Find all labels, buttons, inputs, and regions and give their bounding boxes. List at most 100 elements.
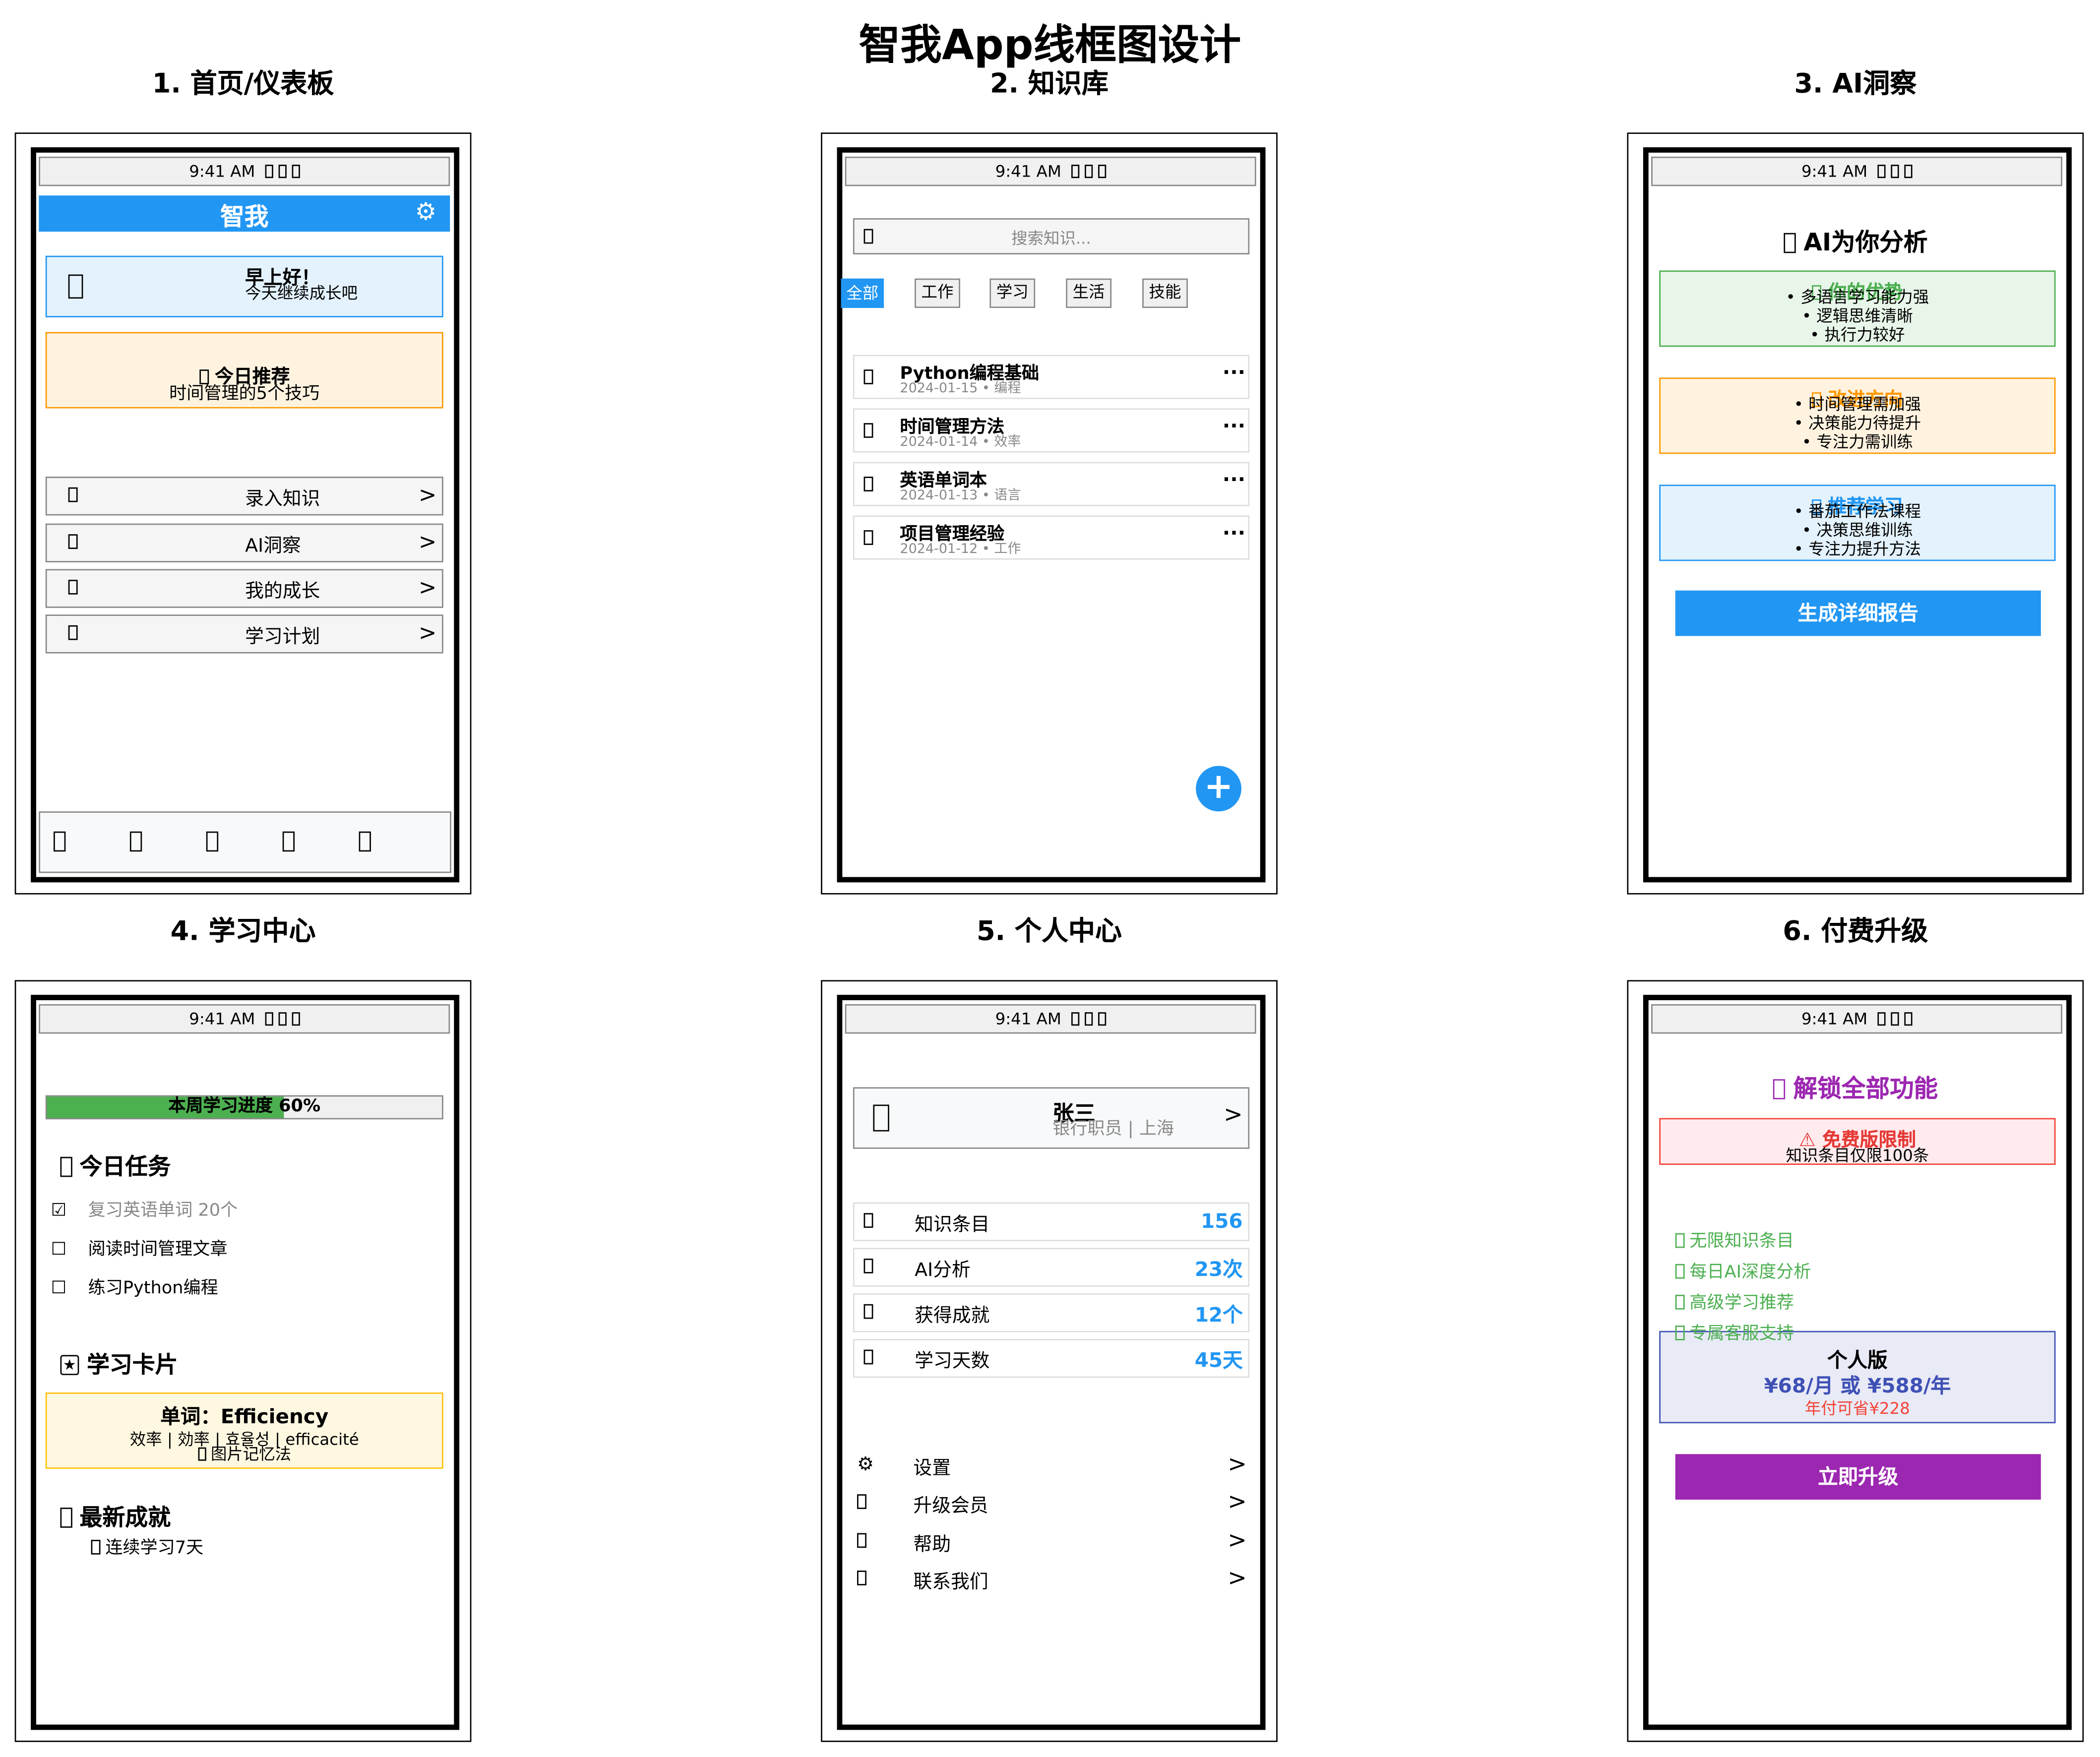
nav-home-icon[interactable] [54,829,65,855]
more-options-icon[interactable]: ··· [1223,467,1245,491]
status-bar: 9:41 AM [1651,1004,2062,1034]
profile-menu-item[interactable]: 帮助 > [853,1528,1247,1560]
task-item[interactable]: ☐ 阅读时间管理文章 [51,1234,228,1260]
greeting-subtext: 今天继续成长吧 [245,284,358,303]
check-icon [1675,1295,1684,1310]
add-knowledge-fab[interactable]: + [1196,766,1241,812]
menu-label: AI洞察 [245,536,301,557]
check-icon [1675,1326,1684,1341]
filter-chip-all[interactable]: 全部 [841,278,884,308]
settings-gear-icon[interactable]: ⚙ [415,198,437,227]
flash-card[interactable]: 单词：Efficiency 效率 | 効率 | 효율성 | efficacité… [45,1393,443,1469]
wifi-icon [278,165,287,179]
search-placeholder: 搜索知识... [1011,229,1091,248]
battery-icon [1904,165,1913,179]
checkbox-icon[interactable]: ☐ [51,1240,66,1260]
chart-icon [68,577,78,599]
panel-knowledge: 9:41 AM 搜索知识... 全部 工作 学习 生活 技能 + Python编… [821,132,1278,895]
task-item[interactable]: ☐ 练习Python编程 [51,1273,218,1299]
document-icon [864,367,873,388]
checked-checkbox-icon[interactable]: ☑ [51,1201,66,1221]
filter-chip-study[interactable]: 学习 [989,278,1036,308]
filter-chip-work[interactable]: 工作 [915,278,960,308]
achievements-heading: 最新成就 [60,1498,171,1532]
menu-label: 我的成长 [245,581,320,603]
insight-bullet: • 执行力较好 [1810,325,1905,344]
menu-item-ai-insight[interactable]: AI洞察 > [45,523,443,562]
signal-icon [265,1012,274,1026]
nav-insight-icon[interactable] [206,829,218,855]
knowledge-list-item[interactable]: Python编程基础 2024-01-15 • 编程 ··· [853,355,1250,399]
tasks-heading: 今日任务 [60,1148,171,1181]
phone-icon [857,1568,866,1589]
stat-label: AI分析 [915,1260,971,1281]
recommend-text: 时间管理的5个技巧 [169,384,320,405]
pricing-card[interactable]: 个人版 ¥68/月 或 ¥588/年 年付可省¥228 [1659,1331,2056,1424]
check-icon [1675,1233,1684,1249]
wifi-icon [278,1012,287,1026]
status-time: 9:41 AM [995,162,1061,181]
user-subtitle: 银行职员 | 上海 [1052,1119,1174,1140]
profile-menu-item[interactable]: ⚙ 设置 > [853,1452,1247,1483]
profile-card[interactable]: 张三 银行职员 | 上海 > [853,1087,1250,1149]
profile-menu-item[interactable]: 联系我们 > [853,1565,1247,1597]
free-limit-card: ⚠ 免费版限制 知识条目仅限100条 [1659,1118,2056,1165]
status-time: 9:41 AM [1801,1009,1868,1029]
trophy-icon [60,1508,72,1527]
menu-item-my-growth[interactable]: 我的成长 > [45,569,443,608]
feature-item: 高级学习推荐 [1675,1288,1794,1314]
upgrade-now-button[interactable]: 立即升级 [1675,1454,2041,1500]
document-icon [864,528,873,549]
stat-label: 学习天数 [915,1351,990,1373]
stat-row: 学习天数 45天 [853,1339,1250,1378]
filter-chip-skill[interactable]: 技能 [1142,278,1188,308]
panel-title-home: 1. 首页/仪表板 [152,67,334,99]
knowledge-list-item[interactable]: 时间管理方法 2024-01-14 • 效率 ··· [853,408,1250,453]
wifi-icon [1891,1012,1899,1026]
checkbox-icon[interactable]: ☐ [51,1279,66,1299]
menu-label: 录入知识 [245,488,320,510]
task-text: 练习Python编程 [88,1278,218,1299]
nav-profile-icon[interactable] [359,829,371,855]
knowledge-list-item[interactable]: 项目管理经验 2024-01-12 • 工作 ··· [853,515,1250,560]
menu-item-study-plan[interactable]: 学习计划 > [45,614,443,654]
recommend-card[interactable]: 今日推荐 时间管理的5个技巧 [45,332,443,409]
panel-home: 9:41 AM 智我 ⚙ 早上好！ 今天继续成长吧 今日推荐 时间管理的5个技巧… [14,132,472,895]
more-options-icon[interactable]: ··· [1223,360,1245,384]
menu-item-add-knowledge[interactable]: 录入知识 > [45,477,443,516]
task-item[interactable]: ☑ 复习英语单词 20个 [51,1196,238,1221]
plan-saving: 年付可省¥228 [1804,1399,1910,1418]
nav-knowledge-icon[interactable] [129,829,141,855]
nav-learning-icon[interactable] [282,829,294,855]
limit-text: 知识条目仅限100条 [1786,1146,1929,1165]
chevron-right-icon: > [419,620,437,646]
stat-value: 12个 [1194,1303,1243,1327]
generate-report-button[interactable]: 生成详细报告 [1675,590,2041,636]
chevron-right-icon: > [1228,1565,1247,1592]
wireframe-sheet: 智我App线框图设计 1. 首页/仪表板 9:41 AM 智我 ⚙ 早上好！ 今… [0,0,2100,1757]
battery-icon [1098,165,1106,179]
knowledge-list-item[interactable]: 英语单词本 2024-01-13 • 语言 ··· [853,462,1250,506]
stat-row: 知识条目 156 [853,1202,1250,1241]
stat-value: 45天 [1194,1348,1243,1373]
card-method: 图片记忆法 [47,1442,442,1465]
phone-frame [837,147,1266,883]
pencil-icon [68,485,78,506]
profile-menu-item[interactable]: 升级会员 > [853,1489,1247,1521]
progress-label: 本周学习进度 60% [168,1096,321,1117]
wifi-icon [1084,1012,1093,1026]
status-bar: 9:41 AM [39,1004,450,1034]
plan-price: ¥68/月 或 ¥588/年 [1764,1374,1951,1398]
status-time: 9:41 AM [189,162,255,181]
more-options-icon[interactable]: ··· [1223,414,1245,438]
stat-label: 知识条目 [915,1214,990,1236]
robot-icon [1783,232,1795,253]
feature-item: 无限知识条目 [1675,1226,1794,1252]
status-bar: 9:41 AM [845,1004,1256,1034]
menu-label: 帮助 [913,1534,951,1556]
filter-chip-life[interactable]: 生活 [1066,278,1112,308]
avatar-icon [68,270,83,304]
search-input[interactable]: 搜索知识... [853,218,1250,254]
weekly-progress-bar: 本周学习进度 60% [45,1095,443,1120]
more-options-icon[interactable]: ··· [1223,521,1245,545]
